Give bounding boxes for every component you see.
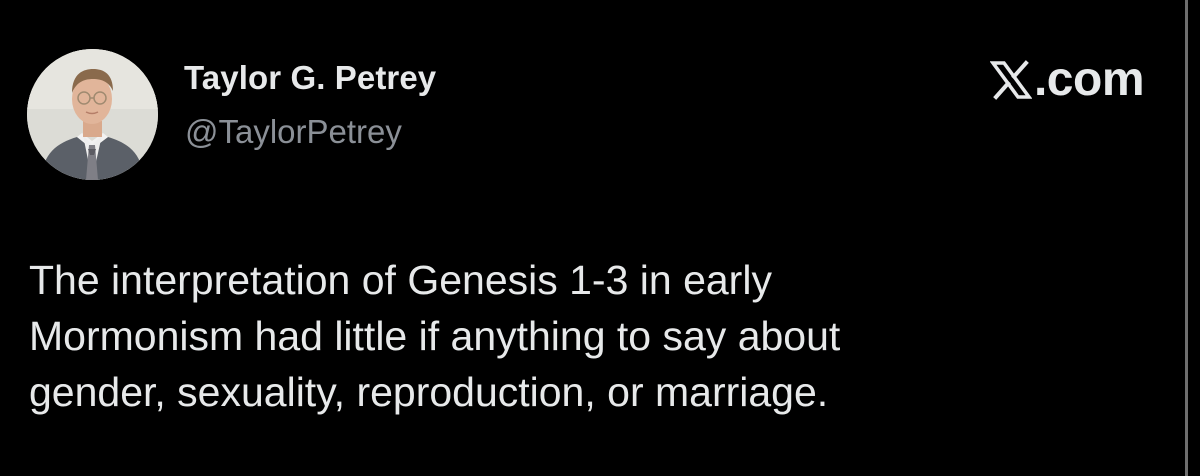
tweet-text-line: The interpretation of Genesis 1-3 in ear… xyxy=(29,257,772,303)
author-handle[interactable]: @TaylorPetrey xyxy=(185,113,402,151)
tweet-card: Taylor G. Petrey @TaylorPetrey .com The … xyxy=(0,0,1200,476)
screen-edge-divider xyxy=(1185,0,1188,476)
tweet-text-line: Mormonism had little if anything to say … xyxy=(29,313,841,359)
tweet-text-line: gender, sexuality, reproduction, or marr… xyxy=(29,369,829,415)
tweet-text: The interpretation of Genesis 1-3 in ear… xyxy=(29,252,1149,420)
author-avatar[interactable] xyxy=(27,49,158,180)
avatar-photo xyxy=(27,49,158,180)
author-name[interactable]: Taylor G. Petrey xyxy=(184,59,436,97)
site-domain: .com xyxy=(1033,53,1145,106)
site-badge: .com xyxy=(989,53,1145,106)
x-logo-icon xyxy=(989,60,1032,100)
